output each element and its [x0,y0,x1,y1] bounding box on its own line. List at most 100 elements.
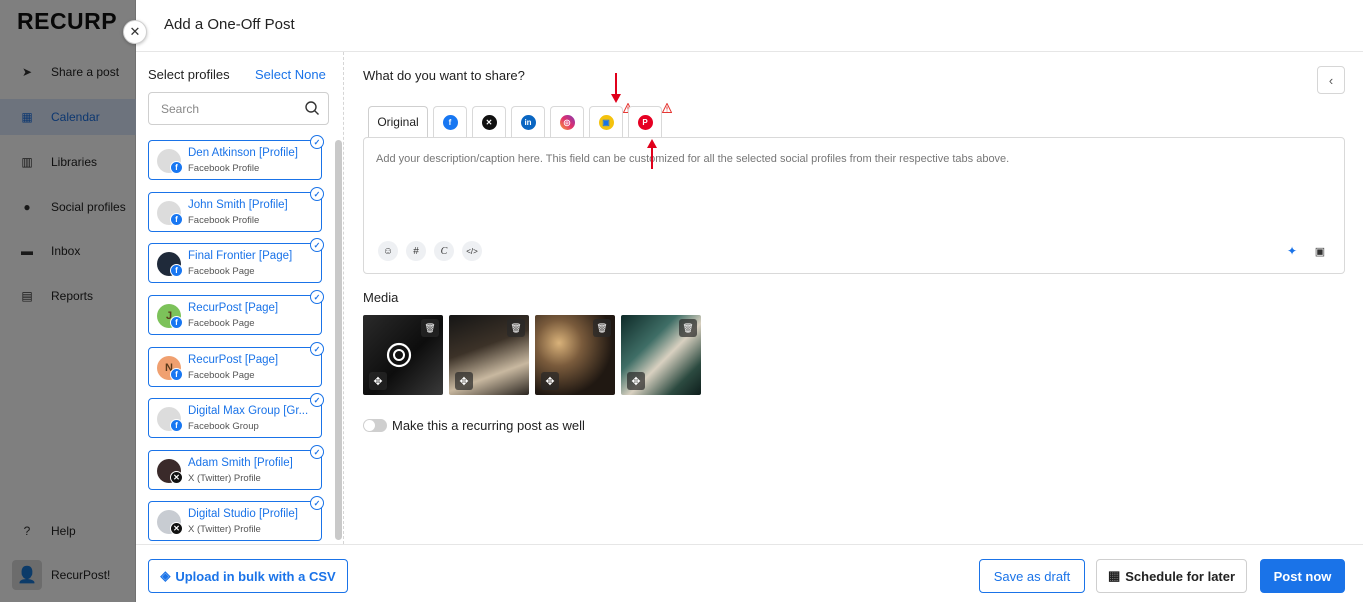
close-button[interactable]: ✕ [123,20,147,44]
profile-card[interactable]: ✕ Digital Studio [Profile] X (Twitter) Pro… [148,496,324,541]
facebook-icon: f [170,419,183,432]
profile-type: Facebook Group [188,421,259,432]
trash-icon[interactable]: 🗑 [421,319,439,337]
search-icon[interactable] [304,100,320,116]
post-now-button[interactable]: Post now [1260,559,1345,593]
facebook-icon: f [170,368,183,381]
caption-toolbar-right: ✦ ▣ [1274,241,1330,261]
facebook-icon: f [170,213,183,226]
profile-card[interactable]: f Digital Max Group [Gr... Facebook Group ✓ [148,393,324,438]
upload-csv-label: Upload in bulk with a CSV [175,568,336,584]
profile-type: Facebook Profile [188,163,260,174]
recurring-option: Make this a recurring post as well [363,418,585,433]
check-icon[interactable]: ✓ [310,290,324,304]
x-icon: ✕ [170,522,183,535]
close-icon: ✕ [129,24,141,39]
chevron-left-icon: ‹ [1328,72,1334,88]
tab-google-business[interactable]: ▣ [589,103,633,137]
profile-name: Digital Studio [Profile] [188,508,298,520]
check-icon[interactable]: ✓ [310,135,324,149]
check-icon[interactable]: ✓ [310,187,324,201]
profile-type: X (Twitter) Profile [188,524,261,535]
recurring-toggle[interactable] [363,419,387,432]
profile-card[interactable]: Jf RecurPost [Page] Facebook Page ✓ [148,290,324,335]
profiles-panel: Select profiles Select None f Den Atkinso… [136,52,344,544]
check-icon[interactable]: ✓ [310,393,324,407]
profile-type: Facebook Page [188,266,255,277]
schedule-button[interactable]: ▦ Schedule for later [1096,559,1247,593]
move-icon[interactable]: ✥ [369,372,387,390]
move-icon[interactable]: ✥ [541,372,559,390]
facebook-icon: f [170,161,183,174]
code-icon[interactable]: </> [462,241,482,261]
annotation-arrow-down [611,73,621,103]
check-icon[interactable]: ✓ [310,342,324,356]
tab-original[interactable]: Original [368,106,428,137]
openai-logo-icon [386,342,412,368]
calendar-icon: ▦ [1107,568,1121,583]
trash-icon[interactable]: 🗑 [679,319,697,337]
profile-card[interactable]: Nf RecurPost [Page] Facebook Page ✓ [148,342,324,387]
tab-x[interactable]: ✕ [472,106,506,137]
linkedin-icon: in [520,114,536,130]
trash-icon[interactable]: 🗑 [593,319,611,337]
tab-pinterest[interactable]: P [628,103,672,137]
collapse-button[interactable]: ‹ [1317,66,1345,94]
caption-toolbar: ☺ # C </> [378,241,490,261]
search-input[interactable] [149,93,299,124]
x-icon: ✕ [481,114,497,130]
warning-icon [662,103,672,113]
modal-header: Add a One-Off Post [136,0,1363,52]
save-draft-button[interactable]: Save as draft [979,559,1085,593]
media-thumbnails: 🗑 ✥ 🗑 ✥ 🗑 ✥ 🗑 ✥ [363,315,707,395]
modal-footer: ◈ Upload in bulk with a CSV Save as draf… [136,544,1363,602]
media-thumbnail[interactable]: 🗑 ✥ [449,315,529,395]
select-none-link[interactable]: Select None [255,67,326,82]
profile-card[interactable]: f Final Frontier [Page] Facebook Page ✓ [148,238,324,283]
image-icon[interactable]: ▣ [1310,241,1330,261]
layers-icon: ◈ [160,568,171,583]
move-icon[interactable]: ✥ [455,372,473,390]
profile-search [148,92,329,125]
schedule-label: Schedule for later [1125,568,1236,584]
profile-name: RecurPost [Page] [188,354,279,366]
profile-type: X (Twitter) Profile [188,473,261,484]
profile-card[interactable]: f Den Atkinson [Profile] Facebook Profile ✓ [148,135,324,180]
profile-name: Final Frontier [Page] [188,250,293,262]
profiles-heading: Select profiles [148,67,230,82]
caption-textarea[interactable]: Add your description/caption here. This … [363,137,1345,274]
hashtag-icon[interactable]: # [406,241,426,261]
profile-name: Adam Smith [Profile] [188,457,293,469]
canva-icon[interactable]: C [434,241,454,261]
emoji-icon[interactable]: ☺ [378,241,398,261]
profile-type: Facebook Profile [188,215,260,226]
check-icon[interactable]: ✓ [310,496,324,510]
pinterest-icon: P [637,114,653,130]
check-icon[interactable]: ✓ [310,445,324,459]
tab-facebook[interactable]: f [433,106,467,137]
trash-icon[interactable]: 🗑 [507,319,525,337]
tab-instagram[interactable]: ◎ [550,106,584,137]
share-question: What do you want to share? [363,68,525,83]
facebook-icon: f [442,114,458,130]
profile-type: Facebook Page [188,370,255,381]
annotation-arrow-up [647,139,657,169]
profile-name: RecurPost [Page] [188,302,279,314]
profile-card[interactable]: f John Smith [Profile] Facebook Profile ✓ [148,187,324,232]
check-icon[interactable]: ✓ [310,238,324,252]
profile-type: Facebook Page [188,318,255,329]
profile-name: John Smith [Profile] [188,199,288,211]
upload-csv-button[interactable]: ◈ Upload in bulk with a CSV [148,559,348,593]
tab-linkedin[interactable]: in [511,106,545,137]
x-icon: ✕ [170,471,183,484]
media-thumbnail[interactable]: 🗑 ✥ [535,315,615,395]
profiles-scrollbar[interactable] [335,140,342,540]
media-label: Media [363,290,399,305]
move-icon[interactable]: ✥ [627,372,645,390]
modal-title: Add a One-Off Post [164,16,295,33]
profile-card[interactable]: ✕ Adam Smith [Profile] X (Twitter) Profile… [148,445,324,490]
caption-placeholder: Add your description/caption here. This … [376,153,1010,165]
ai-sparkle-icon[interactable]: ✦ [1282,241,1302,261]
media-thumbnail[interactable]: 🗑 ✥ [363,315,443,395]
media-thumbnail[interactable]: 🗑 ✥ [621,315,701,395]
